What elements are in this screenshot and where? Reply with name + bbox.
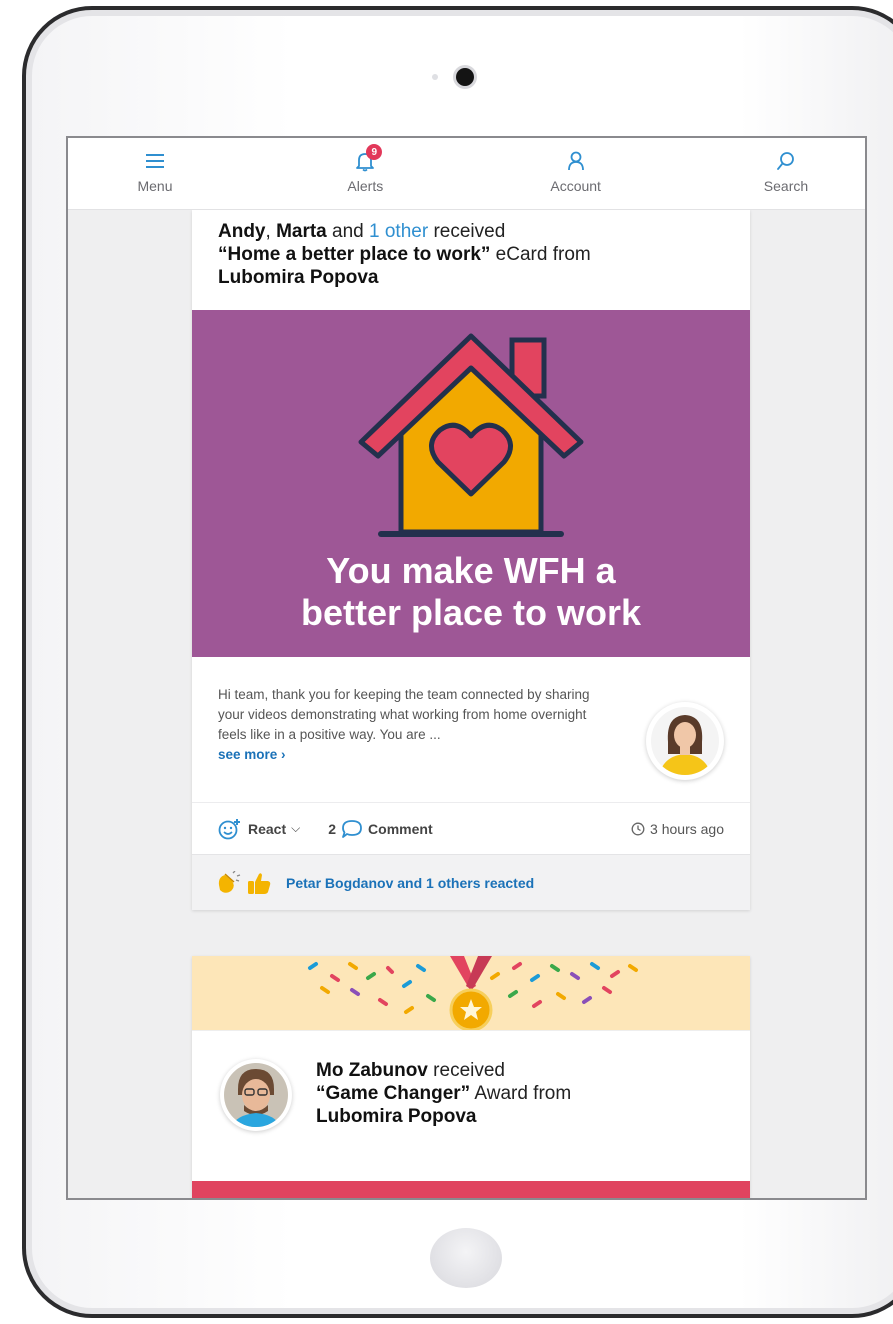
ecard-post: Andy, Marta and 1 other received “Home a … <box>192 210 750 910</box>
reactions-summary[interactable]: Petar Bogdanov and 1 others reacted <box>192 854 750 910</box>
ecard-caption: You make WFH a better place to work <box>192 550 750 634</box>
award-headline: Mo Zabunov received “Game Changer” Award… <box>316 1059 571 1128</box>
bell-icon: 9 <box>354 144 383 174</box>
nav-alerts-label: Alerts <box>347 178 384 194</box>
sensor-dot <box>432 74 438 80</box>
hamburger-icon <box>145 148 165 174</box>
home-button[interactable] <box>430 1228 502 1288</box>
award-image-top[interactable] <box>192 1181 750 1198</box>
front-camera <box>456 68 474 86</box>
avatar[interactable] <box>646 702 724 780</box>
person-icon <box>566 148 586 174</box>
nav-search-label: Search <box>763 178 809 194</box>
clapping-hands-icon <box>218 870 241 893</box>
award-banner <box>192 956 750 1031</box>
nav-search[interactable]: Search <box>741 138 831 209</box>
ecard-type-text: eCard from <box>490 244 591 265</box>
nav-alerts[interactable]: 9 Alerts <box>320 138 410 209</box>
award-type-text: Award from <box>470 1083 572 1104</box>
award-post: Mo Zabunov received “Game Changer” Award… <box>192 956 750 1198</box>
chevron-down-icon: ⌵ <box>291 821 301 835</box>
award-post-body: Mo Zabunov received “Game Changer” Award… <box>192 1031 750 1181</box>
alerts-count-badge: 9 <box>366 144 383 160</box>
recipient-name[interactable]: Marta <box>276 221 327 242</box>
reactions-text: Petar Bogdanov and 1 others reacted <box>286 874 535 891</box>
app-screen: Menu 9 Alerts Account Search Andy, Marta… <box>66 136 867 1200</box>
post-headline: Andy, Marta and 1 other received “Home a … <box>192 210 750 310</box>
ecard-caption-line: better place to work <box>300 592 642 633</box>
message-text: Hi team, thank you for keeping the team … <box>218 687 590 742</box>
house-heart-illustration <box>358 333 584 537</box>
nav-menu-label: Menu <box>137 178 173 194</box>
recipient-name[interactable]: Andy <box>218 221 266 242</box>
add-reaction-icon <box>218 818 240 839</box>
thumbs-up-icon <box>248 872 271 894</box>
received-text: received <box>427 1060 505 1081</box>
top-nav-bar: Menu 9 Alerts Account Search <box>68 138 865 210</box>
clock-icon <box>631 822 645 835</box>
post-actions: React ⌵ 2 Comment 3 hours ago <box>192 802 750 854</box>
others-link[interactable]: 1 other <box>369 221 428 242</box>
search-icon <box>776 148 796 174</box>
ecard-title: “Home a better place to work” <box>218 244 491 265</box>
ecard-image[interactable]: You make WFH a better place to work <box>192 310 750 657</box>
comment-label: Comment <box>368 820 433 837</box>
and-text: and <box>326 221 370 242</box>
react-label: React <box>248 820 287 837</box>
confetti-medal-illustration <box>308 956 638 1030</box>
nav-menu[interactable]: Menu <box>110 138 200 209</box>
post-timestamp: 3 hours ago <box>631 821 724 837</box>
avatar[interactable] <box>220 1059 292 1131</box>
award-title: “Game Changer” <box>316 1083 471 1104</box>
comment-count: 2 <box>328 820 337 837</box>
see-more-link[interactable]: see more › <box>218 745 600 765</box>
sender-name[interactable]: Lubomira Popova <box>218 267 378 288</box>
react-button[interactable]: React ⌵ <box>218 818 300 840</box>
timestamp-text: 3 hours ago <box>650 820 724 837</box>
speech-bubble-icon <box>342 819 362 838</box>
nav-account[interactable]: Account <box>531 138 621 209</box>
recipient-name[interactable]: Mo Zabunov <box>316 1060 428 1081</box>
comment-button[interactable]: 2 Comment <box>328 819 433 839</box>
nav-account-label: Account <box>550 178 601 194</box>
post-message: Hi team, thank you for keeping the team … <box>192 657 750 802</box>
ecard-caption-line: You make WFH a <box>326 550 616 591</box>
received-text: received <box>428 221 506 242</box>
separator-text: , <box>265 221 277 242</box>
sender-name[interactable]: Lubomira Popova <box>316 1106 476 1127</box>
